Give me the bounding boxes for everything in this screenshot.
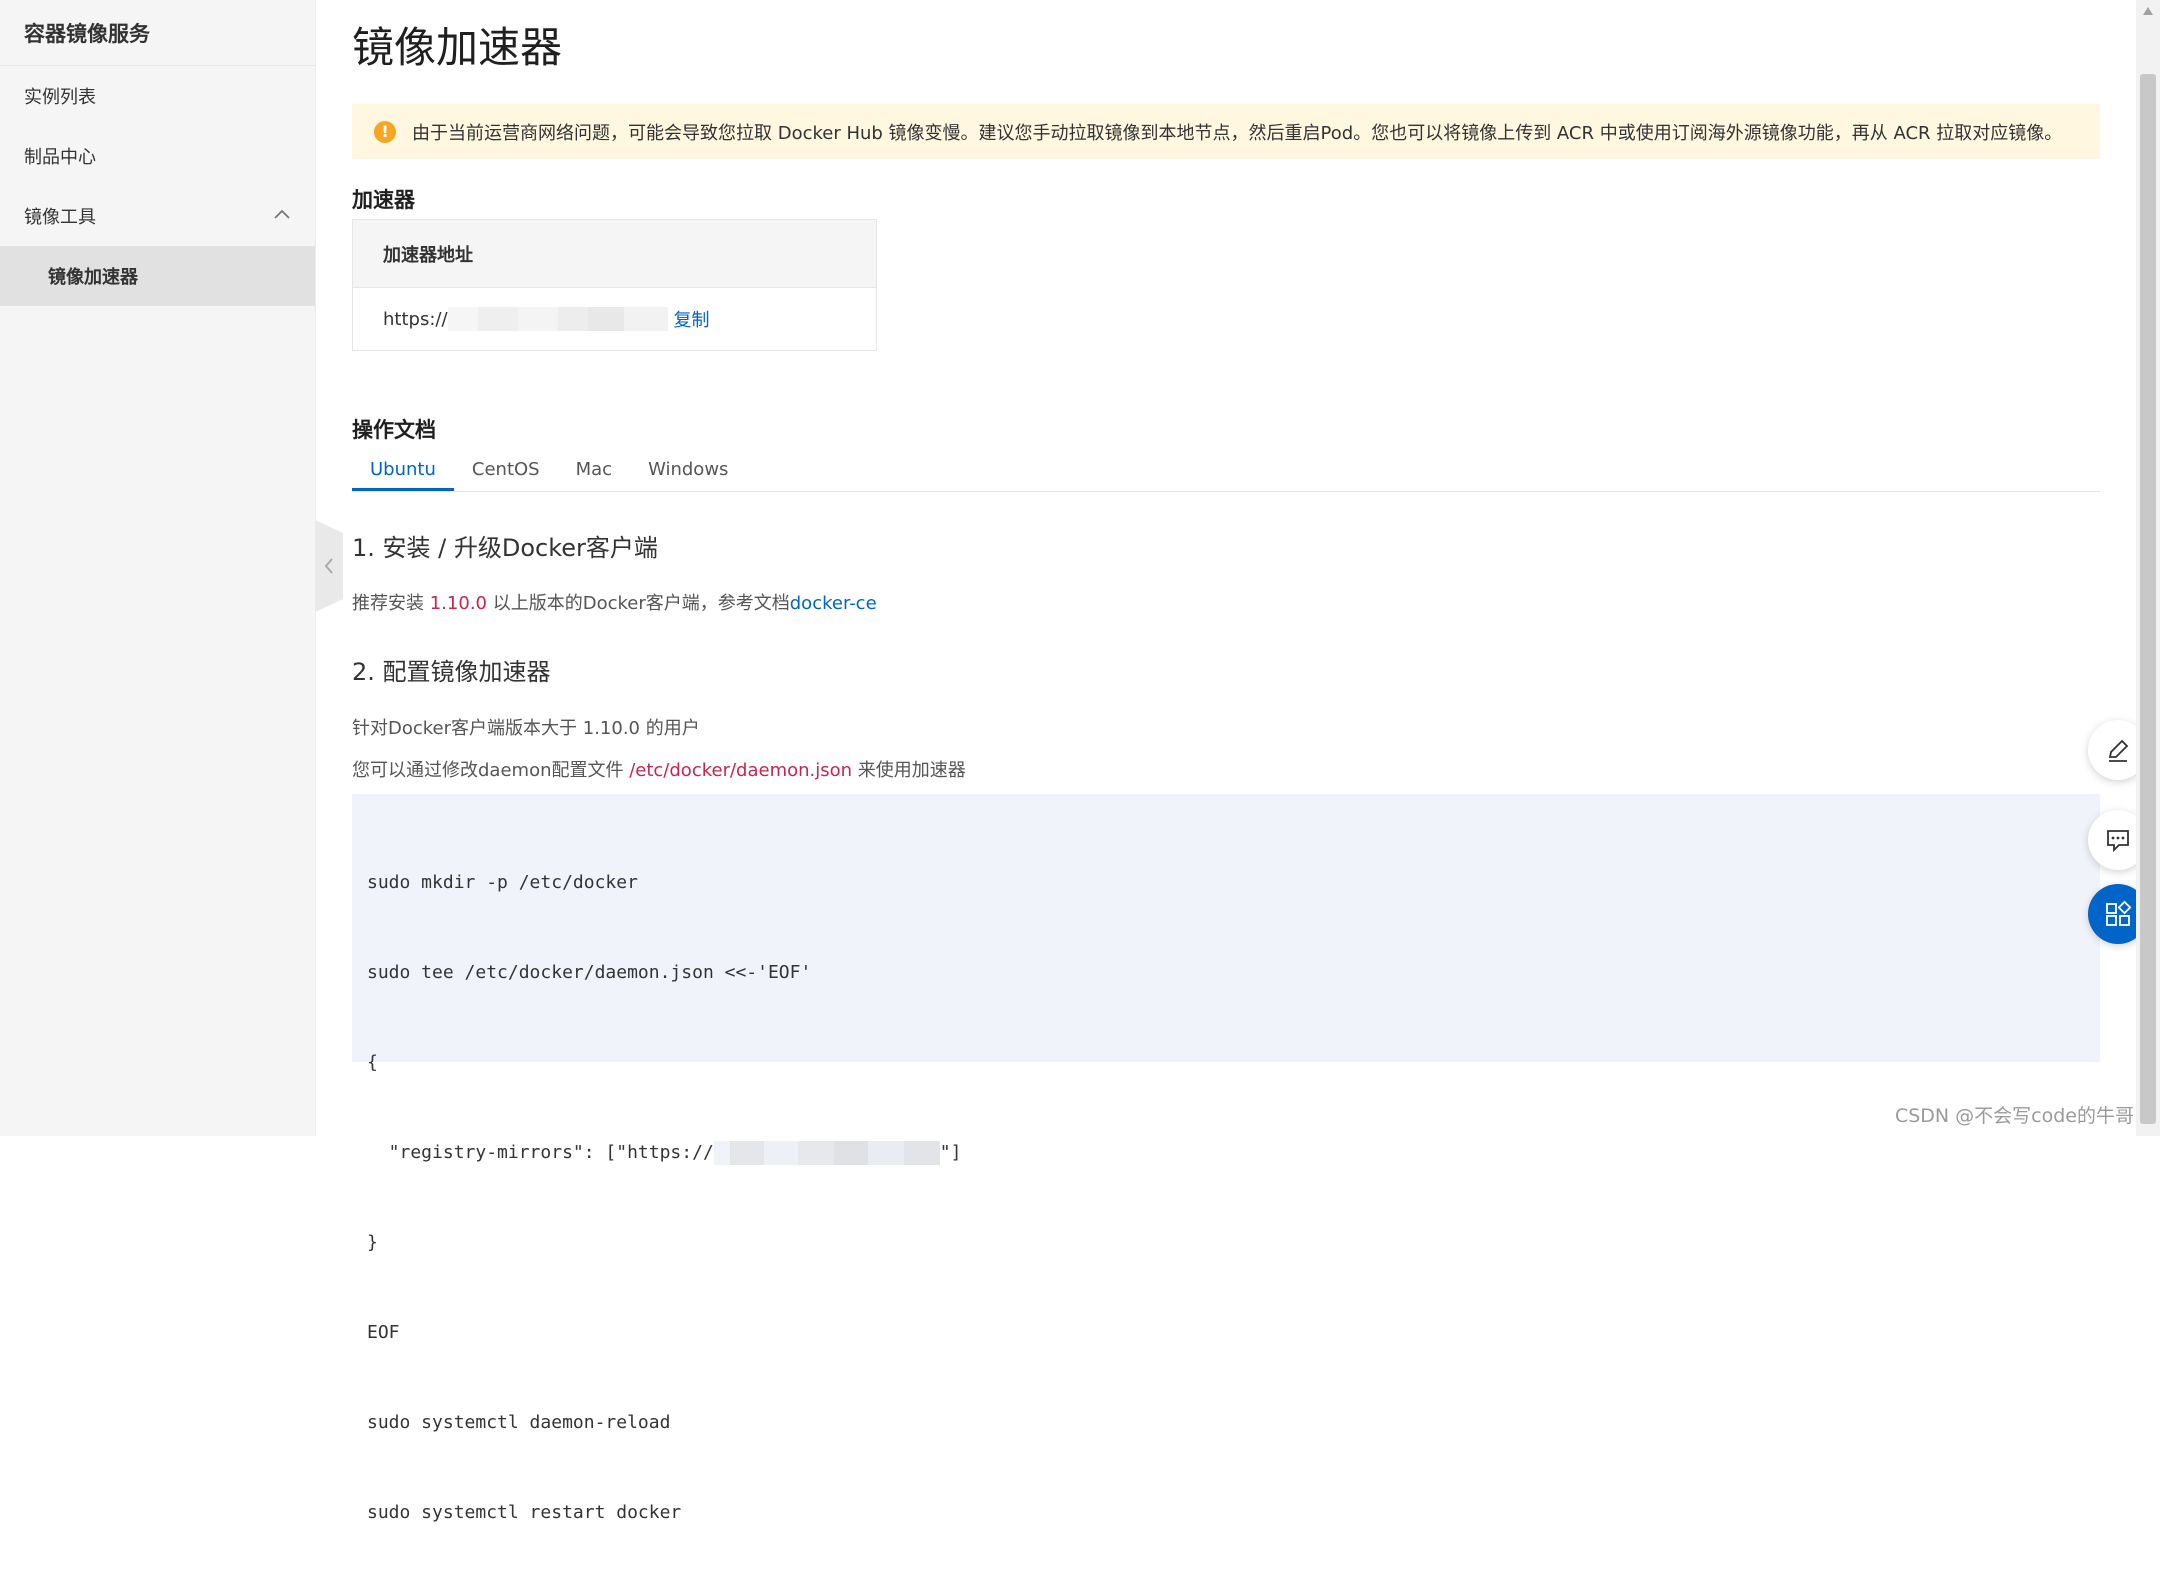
- mirror-prefix: "registry-mirrors": ["https://: [367, 1142, 714, 1163]
- code-line: sudo tee /etc/docker/daemon.json <<-'EOF…: [367, 962, 812, 983]
- sidebar-item-label: 实例列表: [24, 87, 96, 108]
- network-alert: ! 由于当前运营商网络问题，可能会导致您拉取 Docker Hub 镜像变慢。建…: [352, 104, 2100, 159]
- step1-text: 推荐安装 1.10.0 以上版本的Docker客户端，参考文档docker-ce: [352, 589, 877, 615]
- step1-title: 1. 安装 / 升级Docker客户端: [352, 534, 658, 562]
- sidebar-item-accelerator[interactable]: 镜像加速器: [0, 246, 315, 306]
- code-line-mirror: "registry-mirrors": ["https:// "]: [367, 1138, 2085, 1168]
- edit-icon: [2108, 739, 2129, 762]
- sidebar-title: 容器镜像服务: [0, 0, 315, 66]
- accelerator-column-header: 加速器地址: [353, 220, 876, 288]
- sidebar-item-label: 镜像加速器: [48, 267, 138, 288]
- os-tabs: Ubuntu CentOS Mac Windows: [352, 456, 2100, 492]
- docs-section-title: 操作文档: [352, 418, 436, 442]
- accelerator-table: 加速器地址 https:// 复制: [352, 219, 877, 351]
- code-line: }: [367, 1232, 378, 1253]
- code-block[interactable]: sudo mkdir -p /etc/docker sudo tee /etc/…: [352, 794, 2100, 1523]
- sidebar: 容器镜像服务 实例列表 制品中心 镜像工具 镜像加速器: [0, 0, 316, 1136]
- accelerator-url-row: https:// 复制: [353, 288, 876, 350]
- docker-ce-link[interactable]: docker-ce: [790, 593, 877, 614]
- step1-text-b: 以上版本的Docker客户端，参考文档: [487, 593, 790, 614]
- accelerator-url-prefix: https://: [383, 308, 448, 330]
- redacted-mirror-url: [713, 1141, 940, 1165]
- alert-text: 由于当前运营商网络问题，可能会导致您拉取 Docker Hub 镜像变慢。建议您…: [412, 122, 2063, 144]
- redacted-url: [447, 307, 668, 331]
- chat-icon: [2107, 830, 2129, 853]
- code-line: sudo systemctl daemon-reload: [367, 1412, 671, 1433]
- accelerator-section-title: 加速器: [352, 188, 415, 212]
- page-title: 镜像加速器: [352, 23, 563, 72]
- chevron-left-icon: [324, 558, 333, 574]
- sidebar-item-label: 制品中心: [24, 147, 96, 168]
- apps-icon: [2106, 900, 2132, 926]
- step2-line2: 您可以通过修改daemon配置文件 /etc/docker/daemon.jso…: [352, 756, 966, 782]
- watermark: CSDN @不会写code的牛哥: [1894, 1105, 2134, 1127]
- sidebar-item-label: 镜像工具: [24, 207, 96, 228]
- tab-ubuntu[interactable]: Ubuntu: [352, 456, 454, 491]
- tab-windows[interactable]: Windows: [630, 456, 746, 491]
- mirror-suffix: "]: [939, 1142, 962, 1163]
- vertical-scrollbar[interactable]: [2136, 0, 2160, 1136]
- daemon-json-path: /etc/docker/daemon.json: [629, 760, 853, 781]
- sidebar-item-instances[interactable]: 实例列表: [0, 66, 315, 126]
- chevron-up-icon[interactable]: [273, 206, 291, 224]
- step2-title: 2. 配置镜像加速器: [352, 658, 551, 686]
- scrollbar-thumb[interactable]: [2140, 74, 2156, 1124]
- code-line: sudo mkdir -p /etc/docker: [367, 872, 638, 893]
- step2-line2-b: 来使用加速器: [852, 760, 966, 781]
- code-line: EOF: [367, 1322, 400, 1343]
- version-highlight: 1.10.0: [429, 593, 487, 614]
- copy-link[interactable]: 复制: [674, 306, 710, 332]
- tab-centos[interactable]: CentOS: [454, 456, 558, 491]
- step2-line2-a: 您可以通过修改daemon配置文件: [352, 760, 630, 781]
- step1-text-a: 推荐安装: [352, 593, 430, 614]
- warning-icon: !: [374, 120, 396, 143]
- sidebar-item-artifacts[interactable]: 制品中心: [0, 126, 315, 186]
- code-line: {: [367, 1052, 378, 1073]
- sidebar-collapse-handle[interactable]: [315, 520, 343, 612]
- code-line: sudo systemctl restart docker: [367, 1502, 682, 1523]
- scroll-up-icon[interactable]: [2142, 6, 2154, 16]
- step2-line1: 针对Docker客户端版本大于 1.10.0 的用户: [352, 718, 700, 739]
- main-content: 镜像加速器 ! 由于当前运营商网络问题，可能会导致您拉取 Docker Hub …: [352, 0, 2100, 1523]
- tab-mac[interactable]: Mac: [558, 456, 630, 491]
- sidebar-item-image-tools[interactable]: 镜像工具: [0, 186, 315, 246]
